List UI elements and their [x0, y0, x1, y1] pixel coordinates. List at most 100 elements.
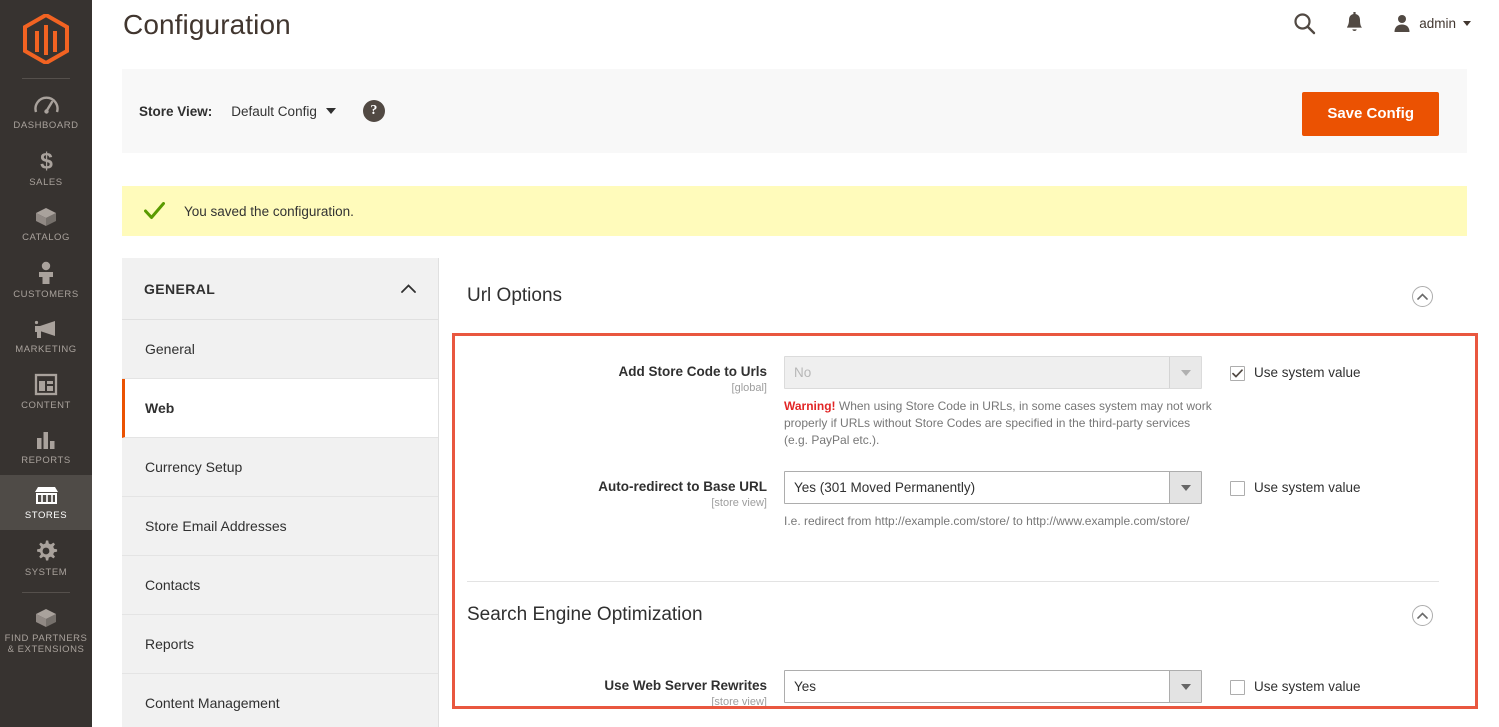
admin-user-menu[interactable]: admin	[1393, 14, 1471, 33]
svg-text:$: $	[40, 149, 53, 173]
config-nav-item-content-management[interactable]: Content Management	[122, 674, 438, 727]
field-scope-add-store-code: [global]	[439, 382, 767, 394]
page-title: Configuration	[123, 9, 291, 41]
save-config-button[interactable]: Save Config	[1302, 92, 1439, 136]
chevron-up-circle-icon[interactable]	[1412, 605, 1433, 626]
header-actions: admin	[1293, 12, 1471, 35]
nav-section-title: GENERAL	[144, 281, 215, 297]
sidebar-item-sales[interactable]: $ SALES	[0, 140, 92, 197]
sidebar-label-system: SYSTEM	[25, 567, 67, 578]
field-label-col: Add Store Code to Urls [global]	[439, 356, 784, 394]
chevron-down-icon	[1463, 21, 1471, 26]
checkbox-use-system-value[interactable]	[1230, 481, 1245, 496]
sidebar-label-dashboard: DASHBOARD	[13, 120, 78, 131]
global-search-button[interactable]	[1293, 12, 1316, 35]
section-title-seo: Search Engine Optimization	[467, 604, 703, 626]
field-note-auto-redirect: I.e. redirect from http://example.com/st…	[784, 513, 1216, 530]
select-use-web-server-rewrites[interactable]: Yes	[784, 670, 1202, 703]
config-nav-item-reports[interactable]: Reports	[122, 615, 438, 674]
sidebar-item-content[interactable]: CONTENT	[0, 364, 92, 420]
use-system-value-add-store-code[interactable]: Use system value	[1230, 356, 1361, 381]
section-header-url-options[interactable]: Url Options	[439, 258, 1467, 334]
sidebar-label-stores: STORES	[25, 510, 67, 521]
bar-chart-icon	[34, 429, 58, 451]
admin-user-label: admin	[1419, 16, 1456, 31]
sidebar-item-marketing[interactable]: MARKETING	[0, 309, 92, 364]
dollar-sign-icon: $	[34, 149, 59, 173]
magento-logo[interactable]	[0, 0, 92, 78]
select-wrapper-add-store-code: No	[784, 356, 1202, 389]
checkbox-use-system-value[interactable]	[1230, 366, 1245, 381]
store-view-label: Store View:	[139, 104, 212, 119]
store-view-switcher: Store View: Default Config ?	[139, 100, 385, 122]
store-view-value[interactable]: Default Config	[231, 104, 317, 119]
success-message-banner: You saved the configuration.	[122, 186, 1467, 236]
sidebar-divider-top	[22, 78, 70, 79]
warning-text: When using Store Code in URLs, in some c…	[784, 399, 1212, 447]
config-nav-item-general[interactable]: General	[122, 320, 438, 379]
sidebar-item-reports[interactable]: REPORTS	[0, 420, 92, 475]
green-check-icon	[144, 202, 165, 220]
field-label-col: Auto-redirect to Base URL [store view]	[439, 471, 784, 509]
check-icon	[1232, 369, 1243, 378]
section-header-seo[interactable]: Search Engine Optimization	[439, 582, 1467, 648]
notifications-button[interactable]	[1345, 12, 1364, 35]
chevron-up-circle-icon[interactable]	[1412, 286, 1433, 307]
sidebar-label-reports: REPORTS	[21, 455, 71, 466]
search-icon	[1293, 12, 1316, 35]
sidebar-item-dashboard[interactable]: DASHBOARD	[0, 85, 92, 140]
configuration-nav: GENERAL General Web Currency Setup Store…	[122, 258, 439, 727]
field-control-col: Yes	[784, 670, 1204, 703]
field-label-auto-redirect: Auto-redirect to Base URL	[439, 479, 767, 495]
sidebar-label-sales: SALES	[29, 177, 62, 188]
field-label-add-store-code: Add Store Code to Urls	[439, 364, 767, 380]
page-header: Configuration admin	[92, 0, 1499, 58]
config-nav-item-contacts[interactable]: Contacts	[122, 556, 438, 615]
field-label-web-server-rewrites: Use Web Server Rewrites	[439, 678, 767, 694]
select-add-store-code-to-urls: No	[784, 356, 1202, 389]
success-message-text: You saved the configuration.	[184, 204, 354, 219]
use-system-value-label: Use system value	[1254, 480, 1361, 496]
sidebar-divider-bottom	[22, 592, 70, 593]
user-avatar-icon	[1393, 14, 1411, 33]
checkbox-use-system-value[interactable]	[1230, 680, 1245, 695]
use-system-value-auto-redirect[interactable]: Use system value	[1230, 471, 1361, 496]
bell-icon	[1345, 12, 1364, 35]
config-nav-item-web[interactable]: Web	[122, 379, 438, 438]
sidebar-item-system[interactable]: SYSTEM	[0, 530, 92, 587]
person-icon	[35, 261, 57, 285]
use-system-value-web-server-rewrites[interactable]: Use system value	[1230, 670, 1361, 695]
sidebar-item-stores[interactable]: STORES	[0, 475, 92, 530]
nav-section-general[interactable]: GENERAL	[122, 258, 438, 320]
field-auto-redirect-to-base-url: Auto-redirect to Base URL [store view] Y…	[439, 449, 1467, 530]
sidebar-label-content: CONTENT	[21, 400, 71, 411]
section-title-url-options: Url Options	[467, 285, 562, 307]
chevron-up-icon	[401, 280, 416, 298]
megaphone-icon	[33, 318, 60, 340]
dashboard-gauge-icon	[34, 94, 59, 116]
sidebar-item-find-partners[interactable]: FIND PARTNERS & EXTENSIONS	[0, 598, 92, 664]
field-label-col: Use Web Server Rewrites [store view]	[439, 670, 784, 708]
admin-sidebar: DASHBOARD $ SALES CATALOG CUSTOMERS	[0, 0, 92, 727]
sidebar-item-catalog[interactable]: CATALOG	[0, 197, 92, 252]
select-wrapper-auto-redirect: Yes (301 Moved Permanently)	[784, 471, 1202, 504]
chevron-down-icon[interactable]	[326, 108, 336, 114]
warning-label: Warning!	[784, 399, 836, 413]
question-mark-icon[interactable]: ?	[363, 100, 385, 122]
magento-admin-configuration-page: DASHBOARD $ SALES CATALOG CUSTOMERS	[0, 0, 1499, 727]
field-scope-web-server-rewrites: [store view]	[439, 696, 767, 708]
select-auto-redirect-to-base-url[interactable]: Yes (301 Moved Permanently)	[784, 471, 1202, 504]
sidebar-label-find-partners: FIND PARTNERS & EXTENSIONS	[2, 633, 90, 655]
config-nav-item-store-email-addresses[interactable]: Store Email Addresses	[122, 497, 438, 556]
field-scope-auto-redirect: [store view]	[439, 497, 767, 509]
magento-logo-icon	[23, 14, 69, 64]
use-system-value-label: Use system value	[1254, 679, 1361, 695]
layout-page-icon	[34, 373, 58, 396]
use-system-value-label: Use system value	[1254, 365, 1361, 381]
box-icon	[33, 206, 59, 228]
sidebar-label-marketing: MARKETING	[15, 344, 76, 355]
config-nav-item-currency-setup[interactable]: Currency Setup	[122, 438, 438, 497]
gear-icon	[34, 539, 58, 563]
sidebar-item-customers[interactable]: CUSTOMERS	[0, 252, 92, 309]
select-wrapper-web-server-rewrites: Yes	[784, 670, 1202, 703]
